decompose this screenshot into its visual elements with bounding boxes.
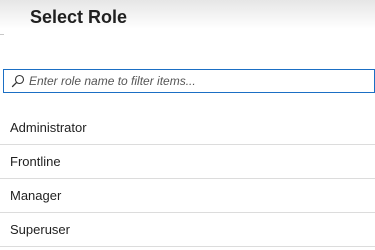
select-role-panel: Select Role Administrator Frontline Mana… xyxy=(0,0,375,250)
role-list: Administrator Frontline Manager Superuse… xyxy=(0,110,375,247)
divider xyxy=(0,34,4,35)
search-input[interactable] xyxy=(29,72,369,90)
list-item-manager[interactable]: Manager xyxy=(0,179,375,213)
search-icon xyxy=(11,74,25,88)
search-box[interactable] xyxy=(3,69,375,93)
list-item-label: Manager xyxy=(10,188,62,203)
list-item-label: Frontline xyxy=(10,154,61,169)
list-item-superuser[interactable]: Superuser xyxy=(0,213,375,247)
list-item-frontline[interactable]: Frontline xyxy=(0,145,375,179)
list-item-label: Superuser xyxy=(10,222,70,237)
list-item-label: Administrator xyxy=(10,119,87,135)
list-item-administrator[interactable]: Administrator xyxy=(0,110,375,145)
page-title: Select Role xyxy=(30,7,128,27)
